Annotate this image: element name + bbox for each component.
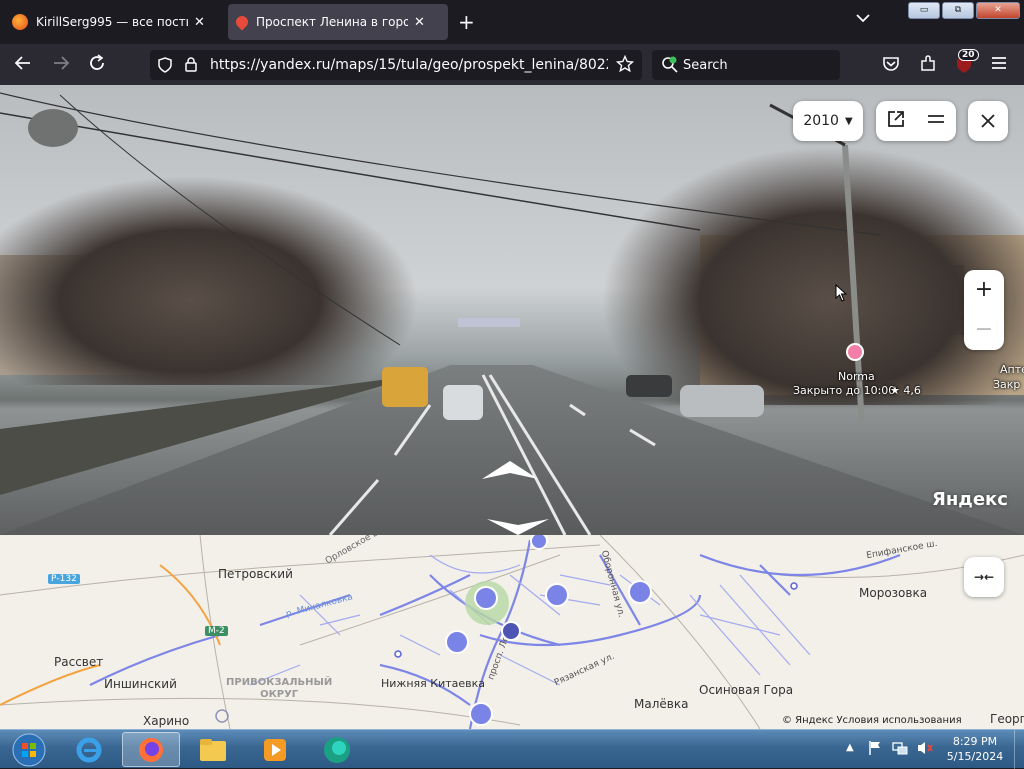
yandex-logo: Яндекс xyxy=(932,489,1008,510)
new-tab-button[interactable]: + xyxy=(458,10,475,34)
clock-date: 5/15/2024 xyxy=(946,750,1004,763)
minimize-button[interactable]: ▭ xyxy=(908,2,940,19)
panorama-forward-arrow-icon[interactable] xyxy=(480,459,540,483)
poi-marker-icon[interactable] xyxy=(846,343,864,361)
list-all-tabs-chevron-icon[interactable] xyxy=(856,12,870,26)
silver-car xyxy=(680,385,764,417)
taskbar: ▲ 8:29 PM 5/15/2024 xyxy=(0,729,1024,769)
tab-title: Проспект Ленина в городе Тула xyxy=(256,15,408,29)
panorama-actions-group xyxy=(876,101,956,141)
action-center-flag-icon[interactable] xyxy=(868,740,882,760)
taskbar-file-explorer[interactable] xyxy=(184,732,242,767)
show-hidden-icons-arrow-icon[interactable]: ▲ xyxy=(846,742,854,753)
lock-icon[interactable] xyxy=(184,56,198,76)
map-pin-favicon-icon xyxy=(233,13,251,31)
close-window-button[interactable]: ✕ xyxy=(976,2,1020,19)
maximize-button[interactable]: ⧉ xyxy=(942,2,974,19)
mouse-cursor-icon xyxy=(835,284,847,302)
url-bar[interactable]: https://yandex.ru/maps/15/tula/geo/prosp… xyxy=(150,50,642,80)
bookmark-star-icon[interactable] xyxy=(615,54,635,77)
taskbar-internet-explorer[interactable] xyxy=(60,732,118,767)
street-lamp xyxy=(28,109,78,147)
taskbar-firefox[interactable] xyxy=(122,732,180,767)
close-icon xyxy=(981,114,995,128)
url-text: https://yandex.ru/maps/15/tula/geo/prosp… xyxy=(210,57,608,73)
firefox-icon xyxy=(139,737,163,762)
tab-favicon-icon xyxy=(12,14,28,30)
network-icon[interactable] xyxy=(892,740,908,760)
window-controls: ▭ ⧉ ✕ xyxy=(908,2,1020,19)
yellow-van xyxy=(382,367,428,407)
taskbar-media-player[interactable] xyxy=(246,732,304,767)
shield-icon[interactable] xyxy=(158,57,172,77)
year-selector[interactable]: 2010 ▼ xyxy=(793,101,863,141)
reload-icon[interactable] xyxy=(88,54,106,77)
white-car xyxy=(443,385,483,420)
media-player-icon xyxy=(264,738,286,761)
poi-rating: ★ 4,6 xyxy=(890,384,921,397)
internet-explorer-icon xyxy=(76,737,102,762)
browser-app-icon xyxy=(324,736,350,763)
hamburger-menu-icon[interactable] xyxy=(991,55,1007,76)
collapse-map-button[interactable]: →← xyxy=(964,557,1004,597)
system-clock[interactable]: 8:29 PM 5/15/2024 xyxy=(942,734,1008,764)
map-credits[interactable]: © Яндекс Условия использования xyxy=(782,715,962,726)
search-placeholder: Search xyxy=(683,57,728,73)
zoom-controls: + − xyxy=(964,270,1004,350)
tab-bar: KirillSerg995 — все посты польз ✕ Проспе… xyxy=(0,0,1024,44)
tab-prospekt-lenina[interactable]: Проспект Ленина в городе Тула ✕ xyxy=(228,4,448,40)
tab-close-icon[interactable]: ✕ xyxy=(194,15,205,30)
search-engine-icon xyxy=(661,56,679,78)
extension-badge: 20 xyxy=(958,49,979,61)
zoom-in-button[interactable]: + xyxy=(975,270,993,310)
year-dropdown-arrow-icon: ▼ xyxy=(844,115,853,127)
year-value: 2010 xyxy=(803,113,839,129)
close-panorama-button[interactable] xyxy=(968,101,1008,141)
windows-orb-icon xyxy=(12,733,46,766)
back-arrow-icon[interactable] xyxy=(14,54,32,77)
search-bar[interactable]: Search xyxy=(652,50,840,80)
poi-hours: Закрыто до 10:00 xyxy=(793,384,896,397)
forward-arrow-icon[interactable] xyxy=(52,54,70,77)
edge-poi-status: Закр xyxy=(993,378,1021,391)
pocket-icon[interactable] xyxy=(882,55,900,78)
mini-map[interactable]: Р-132 М-2 Петровский Рассвет Иншинский Х… xyxy=(0,535,1024,729)
collapse-arrows-icon: →← xyxy=(973,570,995,584)
taskbar-browser-app[interactable] xyxy=(308,732,366,767)
navigation-toolbar: https://yandex.ru/maps/15/tula/geo/prosp… xyxy=(0,44,1024,85)
tab-close-icon[interactable]: ✕ xyxy=(414,15,425,30)
extensions-puzzle-icon[interactable] xyxy=(919,55,937,78)
start-button[interactable] xyxy=(0,732,58,767)
dark-car xyxy=(626,375,672,397)
edge-poi-name[interactable]: Апте xyxy=(1000,363,1024,376)
menu-lines-icon[interactable] xyxy=(927,112,945,130)
panorama-markers xyxy=(215,535,798,726)
share-external-icon[interactable] xyxy=(887,110,905,132)
volume-muted-icon[interactable] xyxy=(916,740,934,760)
panorama-back-arrow-icon[interactable] xyxy=(485,517,551,535)
zoom-out-button[interactable]: − xyxy=(975,310,993,350)
overhead-banner xyxy=(458,318,520,327)
show-desktop-button[interactable] xyxy=(1014,730,1024,769)
clock-time: 8:29 PM xyxy=(952,735,998,748)
folder-icon xyxy=(200,738,226,761)
poi-name[interactable]: Norma xyxy=(838,370,875,383)
street-panorama[interactable]: Norma Закрыто до 10:00 ★ 4,6 Апте Закр 2… xyxy=(0,85,1024,535)
tab-kirillserg995[interactable]: KirillSerg995 — все посты польз ✕ xyxy=(4,4,222,40)
tab-title: KirillSerg995 — все посты польз xyxy=(36,15,188,29)
